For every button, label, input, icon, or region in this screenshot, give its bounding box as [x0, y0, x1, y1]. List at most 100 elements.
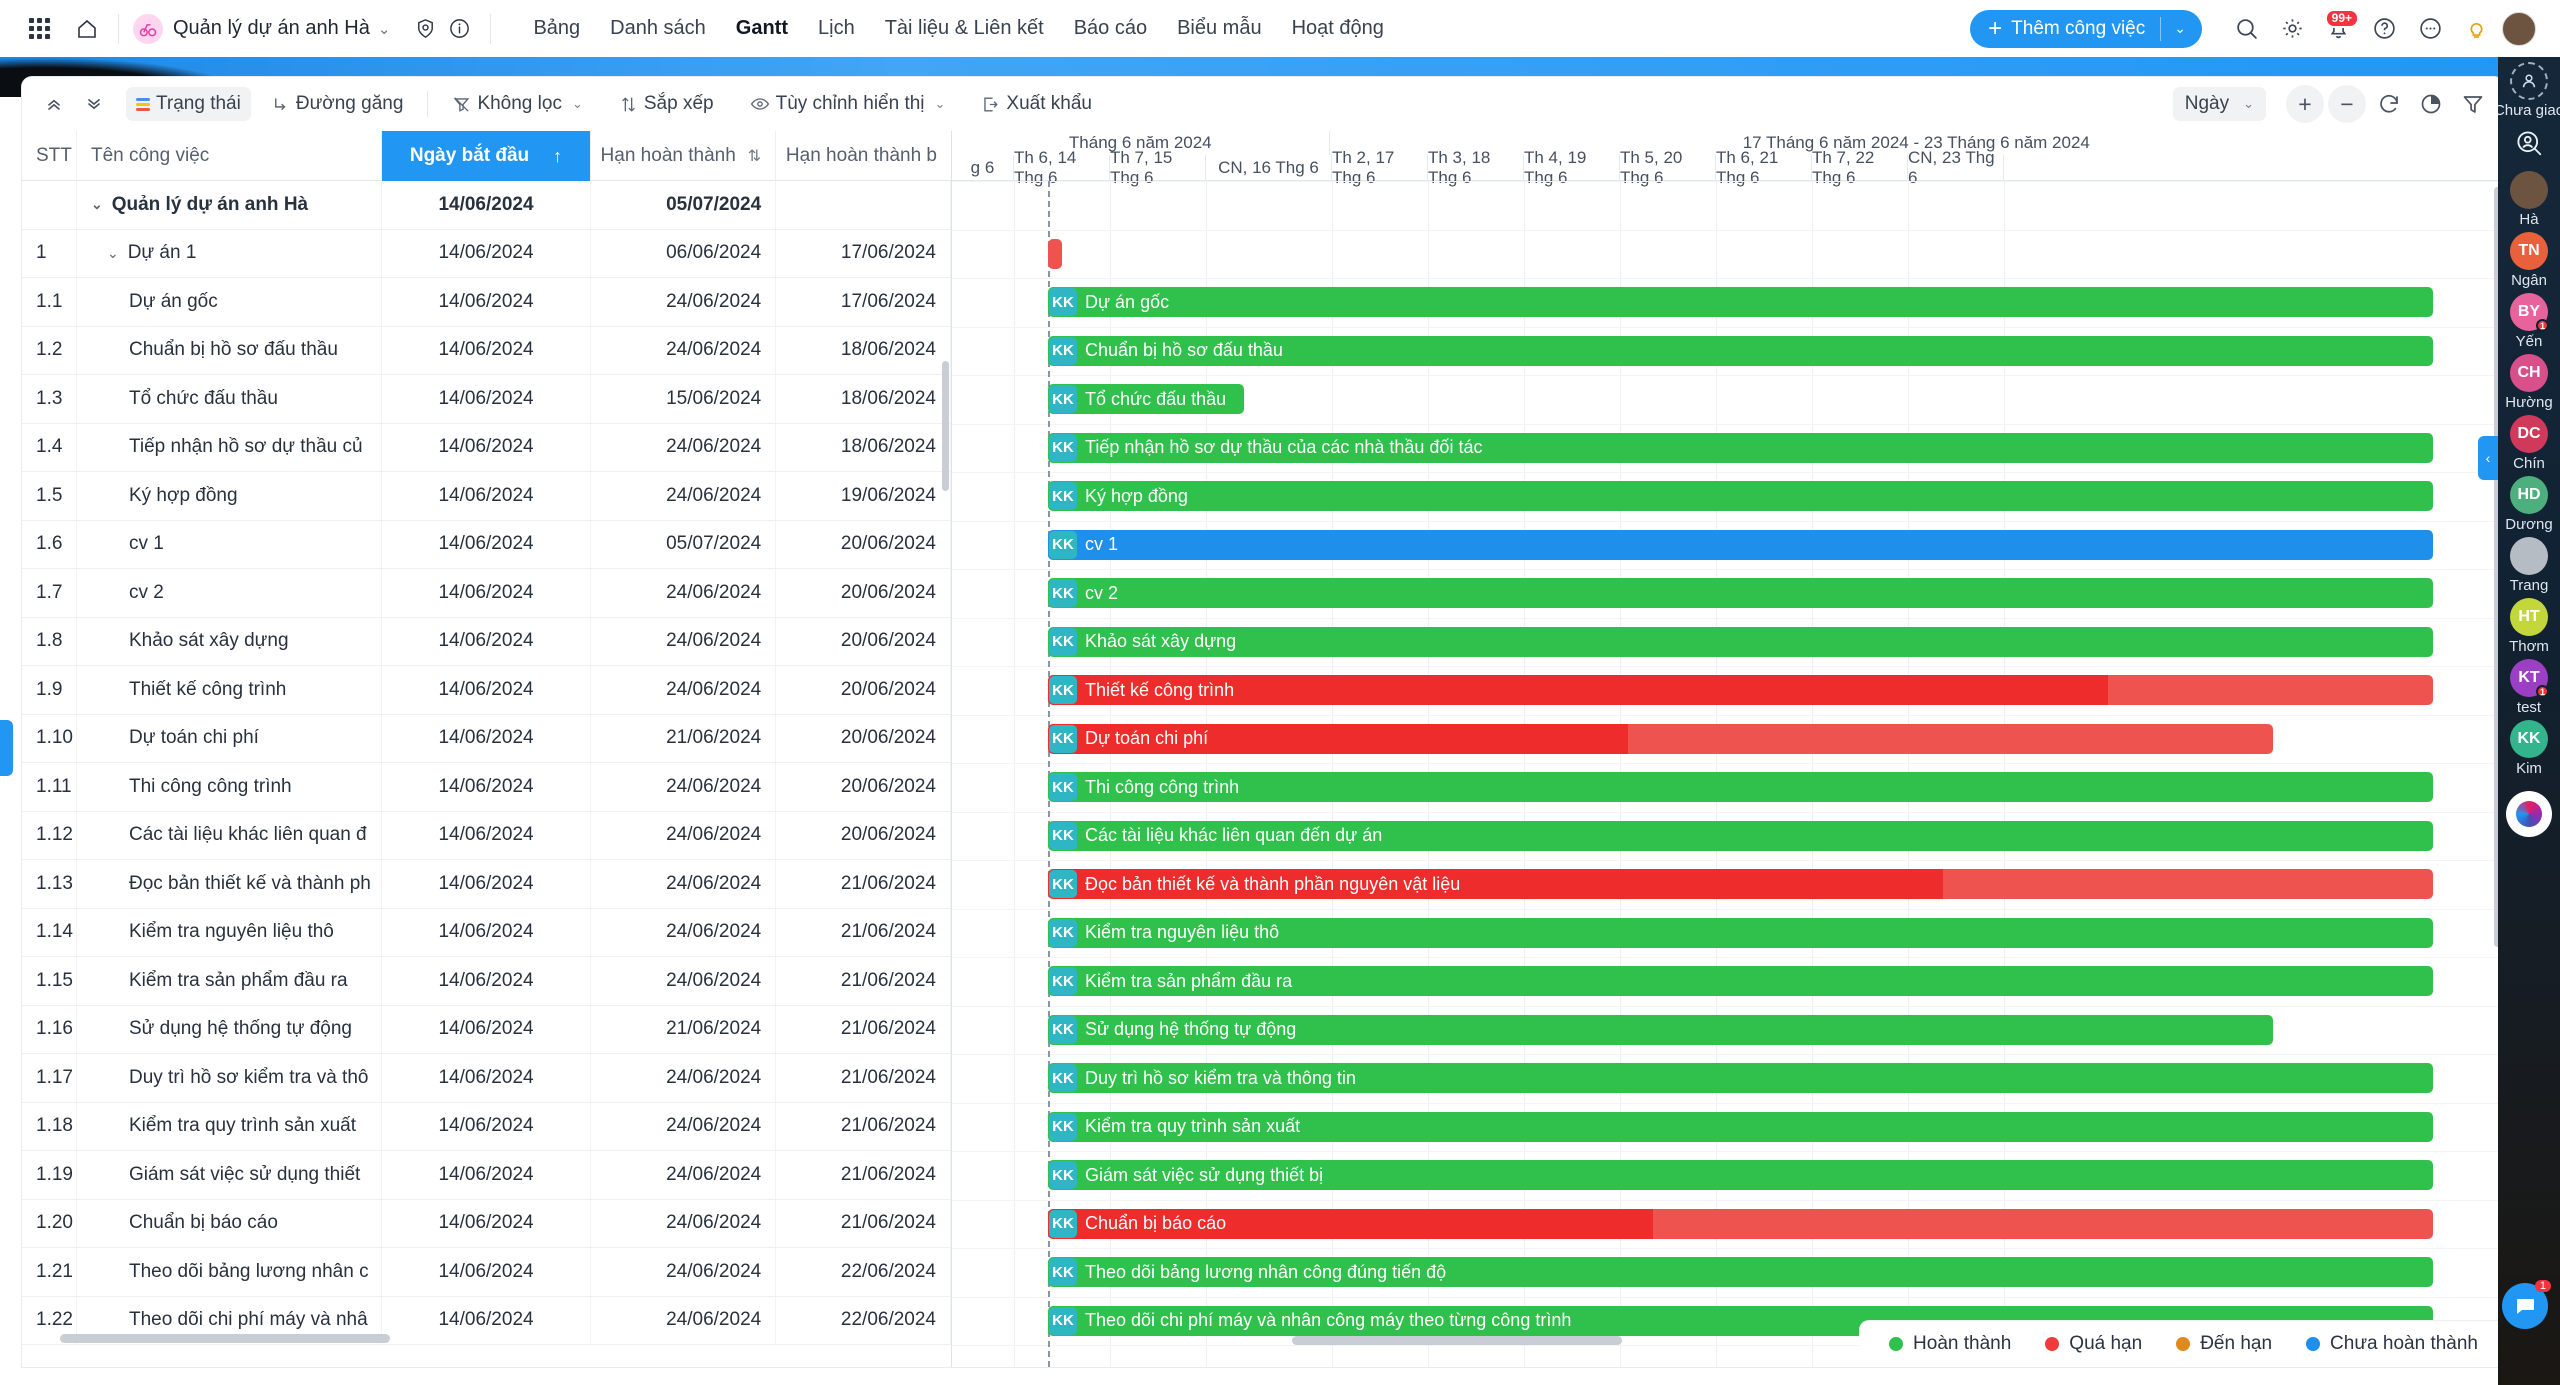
rail-member[interactable]: HTThơm — [2505, 598, 2552, 655]
cell-start-date[interactable]: 14/06/2024 — [382, 327, 592, 375]
cell-start-date[interactable]: 14/06/2024 — [382, 1006, 592, 1054]
gantt-bar[interactable]: KKTheo dõi bảng lương nhân công đúng tiế… — [1048, 1257, 2433, 1287]
cell-baseline-due[interactable]: 21/06/2024 — [776, 957, 951, 1005]
cell-baseline-due[interactable]: 20/06/2024 — [776, 569, 951, 617]
chevron-down-icon[interactable]: ⌄ — [2174, 20, 2186, 37]
cell-baseline-due[interactable]: 21/06/2024 — [776, 1200, 951, 1248]
cell-start-date[interactable]: 14/06/2024 — [382, 375, 592, 423]
cell-baseline-due[interactable]: 20/06/2024 — [776, 763, 951, 811]
add-task-button[interactable]: + Thêm công việc ⌄ — [1970, 10, 2202, 48]
cell-due-date[interactable]: 24/06/2024 — [591, 666, 776, 714]
table-row[interactable]: 1.6cv 114/06/202405/07/202420/06/2024 — [22, 521, 951, 570]
table-row[interactable]: 1.20Chuẩn bị báo cáo14/06/202424/06/2024… — [22, 1200, 951, 1249]
cell-due-date[interactable]: 24/06/2024 — [591, 424, 776, 472]
legend-item[interactable]: Quá hạn — [2045, 1333, 2142, 1355]
gantt-bar[interactable]: KKKiểm tra quy trình sản xuất — [1048, 1112, 2433, 1142]
cell-due-date[interactable]: 24/06/2024 — [591, 1054, 776, 1102]
legend-item[interactable]: Đến hạn — [2176, 1333, 2272, 1355]
cell-task-name[interactable]: Tiếp nhận hồ sơ dự thầu củ — [77, 424, 382, 472]
cell-baseline-due[interactable]: 21/06/2024 — [776, 1054, 951, 1102]
funnel-icon[interactable] — [2454, 85, 2492, 123]
cell-task-name[interactable]: ⌄Quản lý dự án anh Hà — [77, 181, 382, 229]
chevron-down-icon[interactable]: ⌄ — [572, 96, 583, 112]
cell-task-name[interactable]: Ký hợp đồng — [77, 472, 382, 520]
table-row[interactable]: 1.11Thi công công trình14/06/202424/06/2… — [22, 763, 951, 812]
cell-baseline-due[interactable]: 20/06/2024 — [776, 618, 951, 666]
cell-baseline-due[interactable]: 21/06/2024 — [776, 1006, 951, 1054]
cell-task-name[interactable]: ⌄Dự án 1 — [77, 230, 382, 278]
cell-baseline-due[interactable]: 19/06/2024 — [776, 472, 951, 520]
cell-baseline-due[interactable]: 21/06/2024 — [776, 860, 951, 908]
table-row[interactable]: 1.16Sử dụng hệ thống tự động14/06/202421… — [22, 1006, 951, 1055]
cell-due-date[interactable]: 24/06/2024 — [591, 278, 776, 326]
cell-baseline-due[interactable]: 17/06/2024 — [776, 230, 951, 278]
gantt-bar[interactable]: KKcv 2 — [1048, 578, 2433, 608]
cell-start-date[interactable]: 14/06/2024 — [382, 521, 592, 569]
user-avatar[interactable] — [2502, 12, 2536, 46]
collapse-all-button[interactable] — [34, 88, 74, 120]
cell-task-name[interactable]: Thiết kế công trình — [77, 666, 382, 714]
cell-due-date[interactable]: 24/06/2024 — [591, 618, 776, 666]
cell-due-date[interactable]: 24/06/2024 — [591, 860, 776, 908]
cell-start-date[interactable]: 14/06/2024 — [382, 1054, 592, 1102]
tab-danh-sach[interactable]: Danh sách — [610, 17, 706, 40]
tab-gantt[interactable]: Gantt — [736, 17, 788, 40]
cell-task-name[interactable]: Tổ chức đấu thầu — [77, 375, 382, 423]
gantt-bar[interactable]: KKThi công công trình — [1048, 772, 2433, 802]
cell-due-date[interactable]: 24/06/2024 — [591, 569, 776, 617]
chevron-down-icon[interactable]: ⌄ — [2243, 96, 2254, 112]
gantt-bar[interactable]: KKCác tài liệu khác liên quan đến dự án — [1048, 821, 2433, 851]
cell-baseline-due[interactable]: 18/06/2024 — [776, 327, 951, 375]
cell-due-date[interactable]: 24/06/2024 — [591, 957, 776, 1005]
table-row[interactable]: 1.21Theo dõi bảng lương nhân c14/06/2024… — [22, 1248, 951, 1297]
more-dots-icon[interactable] — [2410, 9, 2450, 49]
cell-baseline-due[interactable]: 20/06/2024 — [776, 812, 951, 860]
gantt-bar[interactable]: KKĐọc bản thiết kế và thành phần nguyên … — [1048, 869, 2433, 899]
cell-baseline-due[interactable]: 18/06/2024 — [776, 375, 951, 423]
rail-member[interactable]: DCChín — [2505, 415, 2552, 472]
cell-due-date[interactable]: 06/06/2024 — [591, 230, 776, 278]
tab-bieu-mau[interactable]: Biểu mẫu — [1177, 17, 1262, 40]
table-vertical-scrollbar[interactable] — [942, 361, 949, 491]
cell-start-date[interactable]: 14/06/2024 — [382, 472, 592, 520]
rail-member[interactable]: Trang — [2505, 537, 2552, 594]
cell-due-date[interactable]: 05/07/2024 — [591, 521, 776, 569]
info-icon[interactable] — [442, 12, 476, 46]
table-row[interactable]: 1.15Kiểm tra sản phẩm đầu ra14/06/202424… — [22, 957, 951, 1006]
cell-baseline-due[interactable]: 22/06/2024 — [776, 1248, 951, 1296]
tab-bao-cao[interactable]: Báo cáo — [1074, 17, 1147, 40]
chevron-left-icon[interactable]: ‹ — [2478, 436, 2498, 480]
refresh-icon[interactable] — [2370, 85, 2408, 123]
cell-start-date[interactable]: 14/06/2024 — [382, 860, 592, 908]
cell-task-name[interactable]: Giám sát việc sử dụng thiết — [77, 1151, 382, 1199]
cell-baseline-due[interactable]: 21/06/2024 — [776, 1151, 951, 1199]
table-horizontal-scrollbar[interactable] — [60, 1334, 390, 1343]
tab-bang[interactable]: Bảng — [533, 17, 580, 40]
cell-baseline-due[interactable]: 21/06/2024 — [776, 1103, 951, 1151]
cell-start-date[interactable]: 14/06/2024 — [382, 1103, 592, 1151]
workspace-name[interactable]: Quản lý dự án anh Hà — [173, 17, 370, 40]
cell-due-date[interactable]: 21/06/2024 — [591, 1006, 776, 1054]
gantt-bar[interactable]: KKDự toán chi phí — [1048, 724, 2273, 754]
sort-arrows-icon[interactable]: ⇅ — [748, 146, 761, 166]
cell-task-name[interactable]: Thi công công trình — [77, 763, 382, 811]
cell-start-date[interactable]: 14/06/2024 — [382, 715, 592, 763]
shield-settings-icon[interactable] — [408, 12, 442, 46]
chevron-down-icon[interactable]: ⌄ — [378, 20, 391, 38]
chevron-down-icon[interactable]: ⌄ — [91, 196, 103, 213]
gantt-bar[interactable]: KKcv 1 — [1048, 530, 2433, 560]
table-row[interactable]: 1.5Ký hợp đồng14/06/202424/06/202419/06/… — [22, 472, 951, 521]
gantt-bar[interactable]: KKKý hợp đồng — [1048, 481, 2433, 511]
question-circle-icon[interactable] — [2364, 9, 2404, 49]
cell-task-name[interactable]: cv 2 — [77, 569, 382, 617]
gantt-bar[interactable] — [1048, 239, 1062, 269]
column-header-baseline-due[interactable]: Hạn hoàn thành b — [776, 131, 951, 181]
table-row[interactable]: 1.12Các tài liệu khác liên quan đ14/06/2… — [22, 812, 951, 861]
cell-task-name[interactable]: Dự án gốc — [77, 278, 382, 326]
cell-task-name[interactable]: Duy trì hồ sơ kiểm tra và thô — [77, 1054, 382, 1102]
status-button[interactable]: Trạng thái — [126, 87, 251, 121]
tab-tai-lieu[interactable]: Tài liệu & Liên kết — [885, 17, 1044, 40]
gantt-bar[interactable]: KKDự án gốc — [1048, 287, 2433, 317]
chevron-down-icon[interactable]: ⌄ — [107, 245, 119, 262]
cell-task-name[interactable]: cv 1 — [77, 521, 382, 569]
